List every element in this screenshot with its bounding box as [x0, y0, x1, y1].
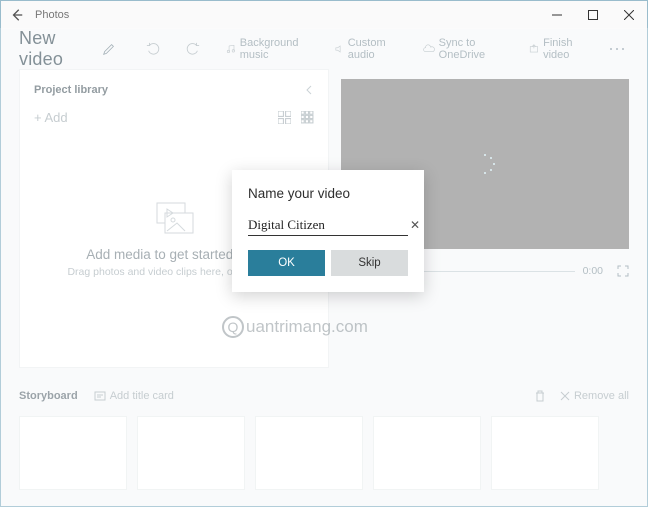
storyboard-slot[interactable]: [491, 416, 599, 490]
edit-title-button[interactable]: [102, 42, 116, 56]
clear-input-button[interactable]: ✕: [408, 218, 422, 232]
minimize-button[interactable]: [539, 1, 575, 29]
title-bar: Photos: [1, 1, 647, 29]
redo-icon: [186, 42, 200, 56]
close-button[interactable]: [611, 1, 647, 29]
storyboard-slot[interactable]: [255, 416, 363, 490]
sync-label: Sync to OneDrive: [439, 37, 510, 61]
close-icon: [624, 10, 634, 20]
loading-spinner: [475, 154, 495, 174]
custom-audio-button[interactable]: Custom audio: [328, 33, 409, 65]
custom-audio-label: Custom audio: [348, 37, 403, 61]
fullscreen-button[interactable]: [617, 265, 629, 277]
storyboard-slot[interactable]: [19, 416, 127, 490]
remove-all-button[interactable]: Remove all: [560, 390, 629, 402]
finish-video-label: Finish video: [543, 37, 591, 61]
cloud-icon: [423, 44, 434, 54]
maximize-button[interactable]: [575, 1, 611, 29]
x-icon: [560, 391, 570, 401]
background-music-button[interactable]: Background music: [220, 33, 320, 65]
delete-clip-button[interactable]: [534, 390, 546, 402]
storyboard-panel: Storyboard Add title card Remove all: [1, 380, 647, 506]
add-title-card-label: Add title card: [110, 390, 174, 402]
list-icon: [301, 111, 314, 124]
storyboard-header: Storyboard Add title card Remove all: [19, 390, 629, 402]
finish-video-button[interactable]: Finish video: [523, 33, 597, 65]
trash-icon: [534, 390, 546, 402]
add-media-button[interactable]: + Add: [34, 110, 68, 125]
library-subheader: + Add: [34, 110, 314, 125]
redo-button[interactable]: [182, 38, 204, 60]
skip-button[interactable]: Skip: [331, 250, 408, 276]
duration-label: 0:00: [583, 265, 603, 277]
list-view-button[interactable]: [301, 111, 314, 124]
back-button[interactable]: [7, 5, 27, 25]
background-music-label: Background music: [240, 37, 314, 61]
storyboard-thumbs: [19, 416, 629, 490]
empty-media-icon: [151, 201, 197, 237]
minimize-icon: [552, 10, 562, 20]
grid-icon: [278, 111, 291, 124]
export-icon: [529, 43, 539, 55]
chevron-left-icon: [304, 85, 314, 95]
video-title[interactable]: New video: [19, 28, 90, 70]
music-icon: [226, 43, 236, 55]
pencil-icon: [102, 42, 116, 56]
window-controls: [539, 1, 647, 29]
main-toolbar: New video Background music Custom audio …: [1, 29, 647, 69]
app-title: Photos: [35, 9, 69, 21]
add-title-card-button[interactable]: Add title card: [94, 390, 174, 402]
sync-onedrive-button[interactable]: Sync to OneDrive: [417, 33, 515, 65]
storyboard-title: Storyboard: [19, 390, 78, 402]
video-name-input[interactable]: [248, 217, 408, 233]
expand-icon: [617, 265, 629, 277]
ellipsis-icon: [609, 43, 625, 55]
library-header: Project library: [34, 84, 314, 96]
dialog-title: Name your video: [248, 186, 408, 201]
remove-all-label: Remove all: [574, 390, 629, 402]
name-video-dialog: Name your video ✕ OK Skip: [232, 170, 424, 292]
library-title: Project library: [34, 84, 108, 96]
undo-icon: [146, 42, 160, 56]
arrow-left-icon: [10, 8, 24, 22]
undo-button[interactable]: [142, 38, 164, 60]
more-button[interactable]: [605, 39, 629, 59]
collapse-library-button[interactable]: [304, 85, 314, 95]
grid-view-button[interactable]: [278, 111, 291, 124]
ok-button[interactable]: OK: [248, 250, 325, 276]
audio-icon: [334, 43, 344, 55]
storyboard-slot[interactable]: [373, 416, 481, 490]
title-card-icon: [94, 390, 106, 402]
storyboard-slot[interactable]: [137, 416, 245, 490]
maximize-icon: [588, 10, 598, 20]
